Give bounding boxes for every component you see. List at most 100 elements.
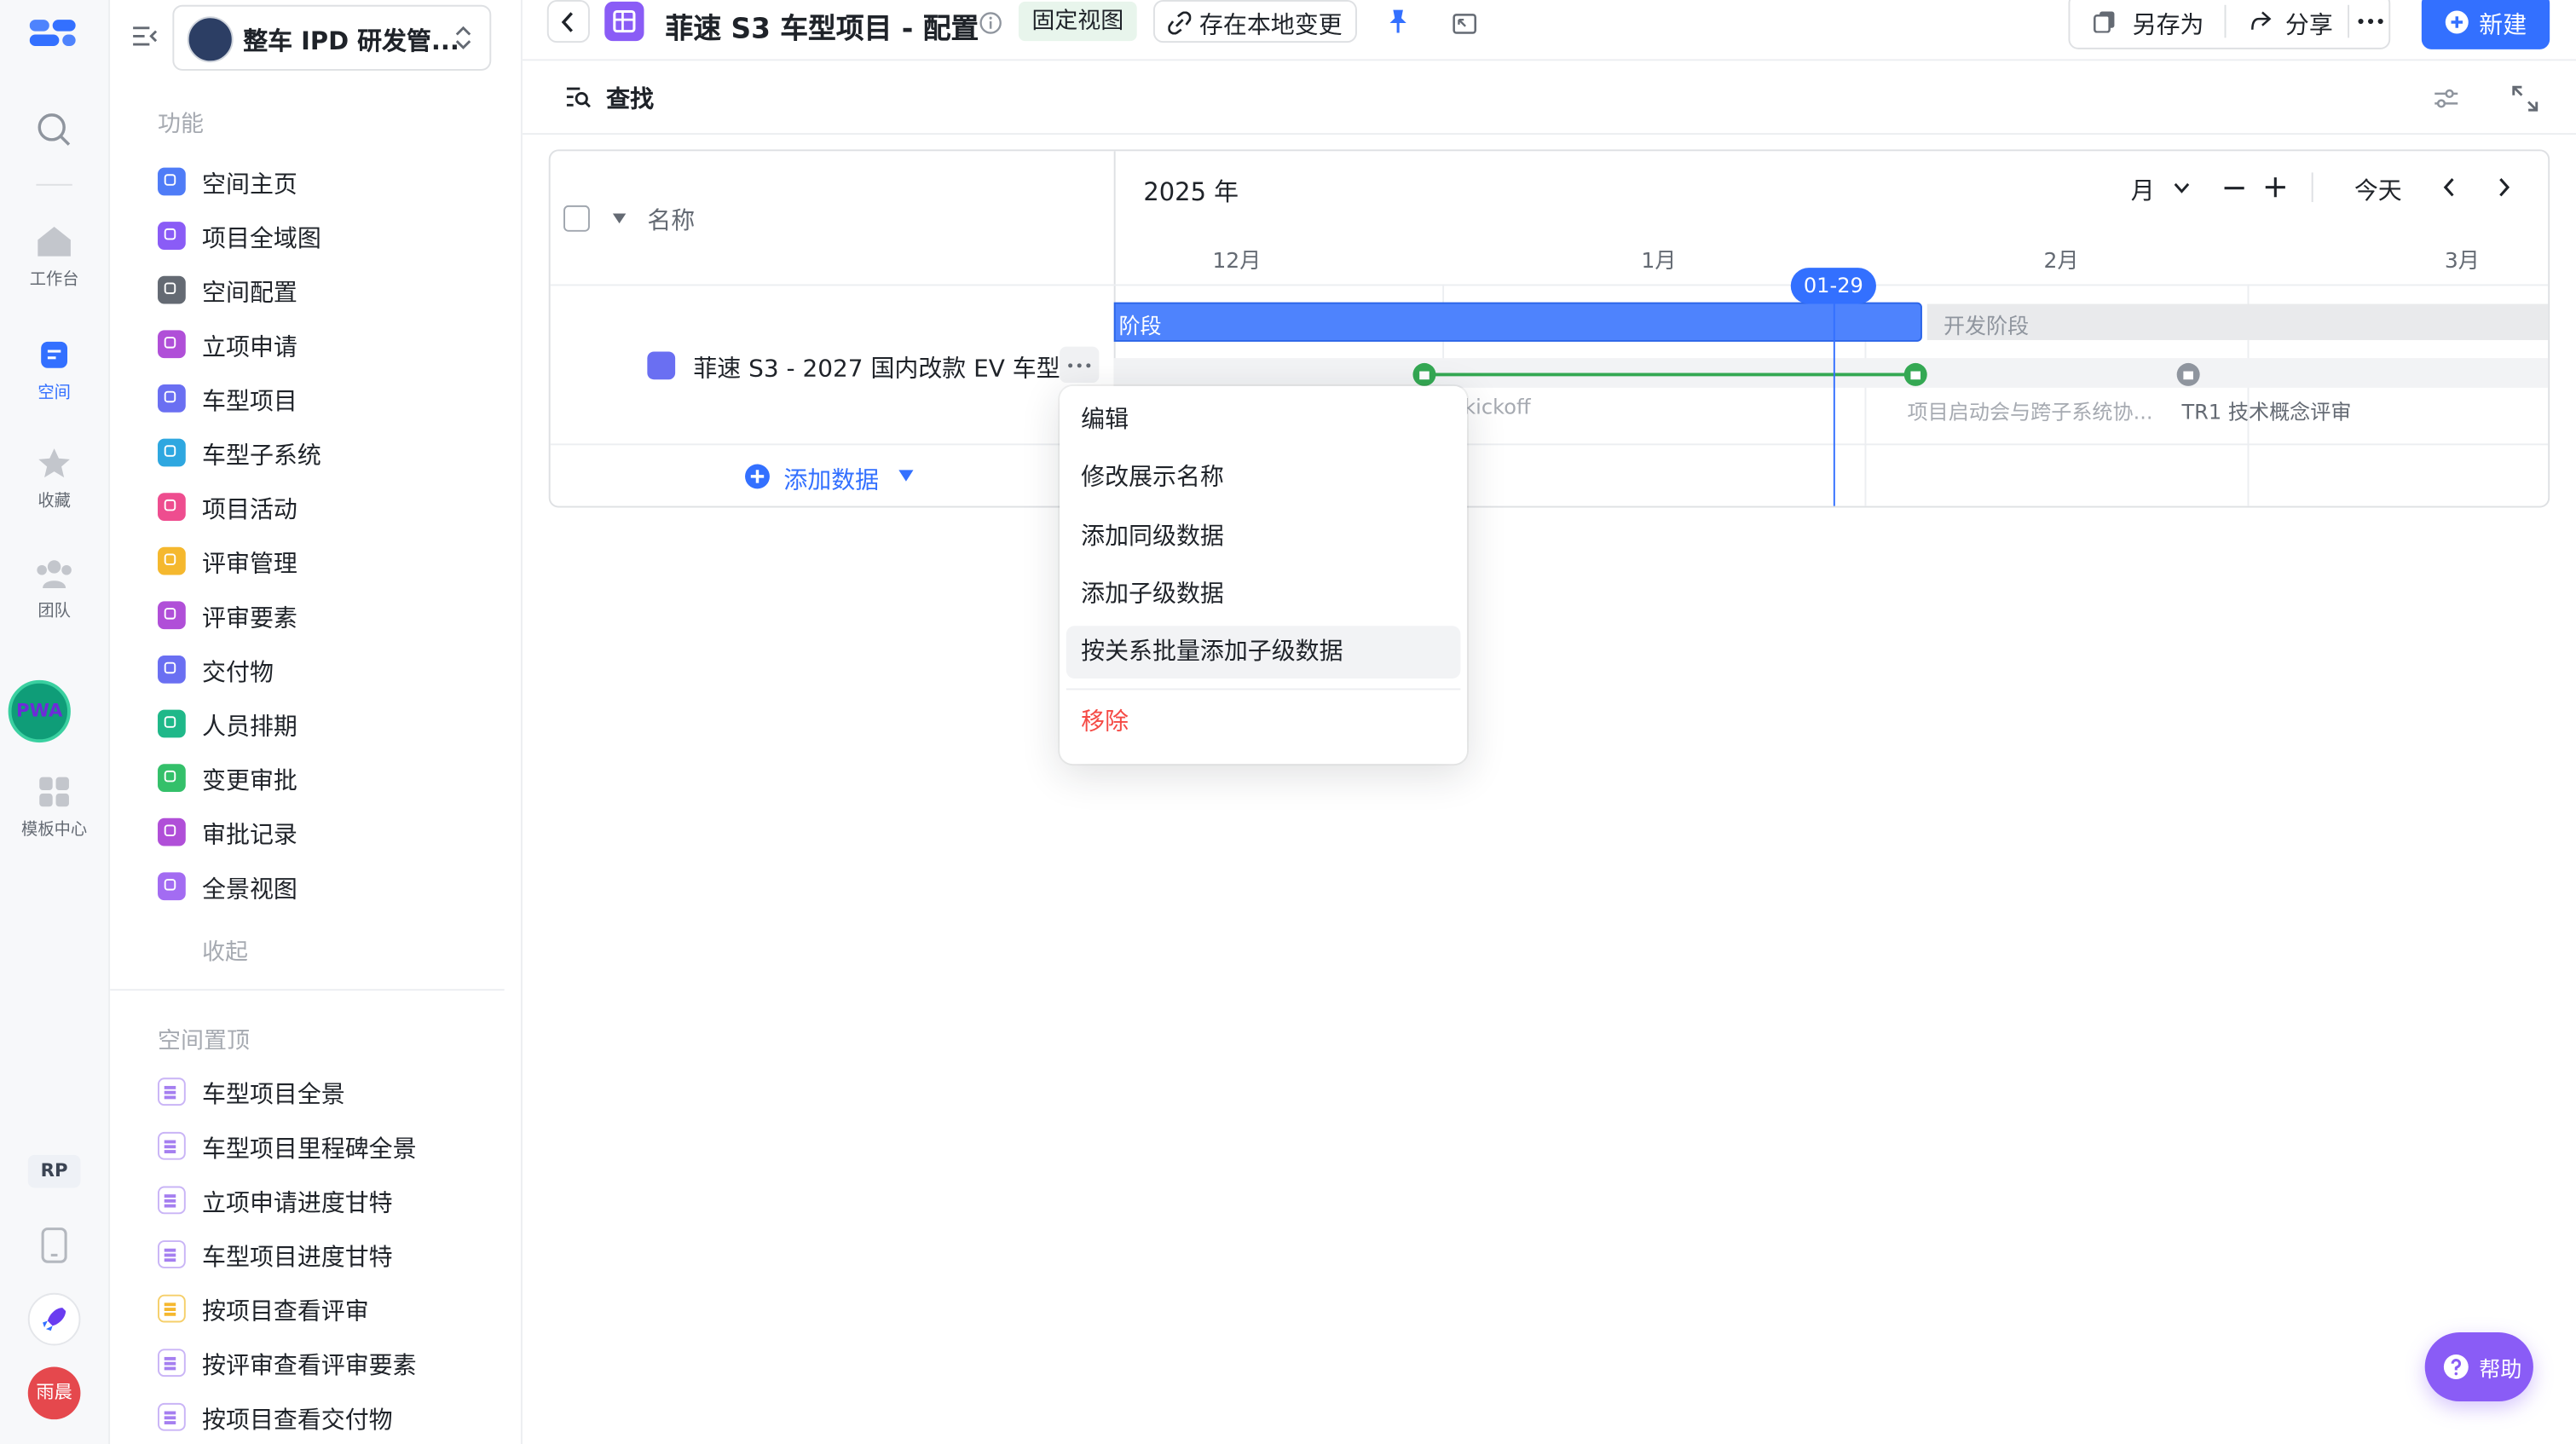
- today-button[interactable]: 今天: [2354, 172, 2402, 206]
- check-circle-icon: [158, 601, 186, 630]
- month-label: 3月: [2444, 249, 2480, 274]
- check-shield-icon: [158, 546, 186, 575]
- table-row[interactable]: 菲速 S3 - 2027 国内改款 EV 车型: [647, 349, 1107, 388]
- back-button[interactable]: [546, 0, 590, 43]
- rail-item-space[interactable]: 空间: [0, 338, 108, 402]
- zoom-out-icon[interactable]: [2223, 186, 2246, 191]
- top-bar: 菲速 S3 车型项目 - 配置 固定视图 存在本地变更 另存为 分享 新建: [522, 0, 2576, 61]
- user-avatar[interactable]: 雨晨: [27, 1366, 81, 1420]
- add-data-button[interactable]: 添加数据: [744, 460, 925, 496]
- filter-settings-icon[interactable]: [2433, 85, 2459, 117]
- pinned-item-deliverables-by-project[interactable]: 按项目查看交付物: [158, 1396, 503, 1439]
- box-icon: [158, 655, 186, 684]
- scale-select[interactable]: 月: [2131, 170, 2213, 206]
- find-button[interactable]: 查找: [562, 80, 693, 116]
- pinned-item-elements-by-review[interactable]: 按评审查看评审要素: [158, 1343, 503, 1385]
- milestone-flag-icon[interactable]: [1412, 362, 1436, 386]
- view-table-icon: [604, 1, 644, 42]
- collapse-link[interactable]: 收起: [202, 935, 248, 968]
- pinned-item-vehicle-gantt[interactable]: 车型项目进度甘特: [158, 1233, 503, 1276]
- section-features: 功能: [158, 112, 204, 138]
- milestone-flag-icon[interactable]: [2176, 362, 2200, 386]
- pinned-item-initiation-gantt[interactable]: 立项申请进度甘特: [158, 1180, 503, 1222]
- more-button[interactable]: [2349, 0, 2392, 48]
- menu-item-rename[interactable]: 修改展示名称: [1066, 452, 1461, 505]
- sidebar-item-staff-schedule[interactable]: 人员排期: [158, 703, 503, 746]
- rp-badge[interactable]: RP: [27, 1154, 81, 1188]
- collapse-sidebar-icon[interactable]: [131, 23, 158, 56]
- phase-bar-active[interactable]: 阶段: [1113, 302, 1922, 342]
- team-icon: [37, 560, 72, 588]
- view-toolbar: 查找: [522, 61, 2576, 136]
- menu-item-remove[interactable]: 移除: [1066, 696, 1461, 749]
- menu-item-add-child[interactable]: 添加子级数据: [1066, 569, 1461, 621]
- dashboard-icon: [158, 872, 186, 901]
- plus-circle-icon: [2445, 10, 2469, 34]
- share-button[interactable]: 分享: [2226, 0, 2348, 48]
- caret-down-icon: [898, 470, 914, 482]
- rail-item-team[interactable]: 团队: [0, 557, 108, 621]
- menu-item-add-sibling[interactable]: 添加同级数据: [1066, 511, 1461, 563]
- rocket-icon[interactable]: [27, 1292, 81, 1346]
- list-view-icon: [158, 1077, 186, 1106]
- app-logo-icon[interactable]: [29, 16, 79, 55]
- sidebar-item-deliverables[interactable]: 交付物: [158, 649, 503, 691]
- row-name: 菲速 S3 - 2027 国内改款 EV 车型: [693, 356, 1060, 384]
- mobile-icon[interactable]: [39, 1227, 69, 1270]
- fullscreen-icon[interactable]: [2512, 85, 2538, 118]
- info-icon[interactable]: [979, 10, 1002, 42]
- sidebar-item-activities[interactable]: 项目活动: [158, 486, 503, 529]
- sidebar-item-vehicle-projects[interactable]: 车型项目: [158, 378, 503, 420]
- new-button[interactable]: 新建: [2421, 0, 2550, 49]
- home-icon: [38, 226, 71, 257]
- sidebar-item-change-approval[interactable]: 变更审批: [158, 757, 503, 800]
- pinned-item-milestone-overview[interactable]: 车型项目里程碑全景: [158, 1125, 503, 1168]
- workspace-switcher[interactable]: 整车 IPD 研发管...: [172, 4, 492, 71]
- caret-down-icon[interactable]: [611, 212, 627, 225]
- sidebar-item-panorama[interactable]: 全景视图: [158, 866, 503, 909]
- select-all-checkbox[interactable]: [563, 205, 590, 232]
- info-icon: [158, 167, 186, 196]
- pwa-badge[interactable]: PWA: [8, 679, 71, 743]
- local-changes-button[interactable]: 存在本地变更: [1152, 0, 1357, 43]
- space-icon: [41, 341, 68, 368]
- milestone-flag-icon[interactable]: [1903, 362, 1927, 386]
- phase-bar-dev[interactable]: 开发阶段: [1926, 303, 2549, 340]
- sidebar-item-approval-records[interactable]: 审批记录: [158, 812, 503, 854]
- rail-item-favorites[interactable]: 收藏: [0, 447, 108, 511]
- check-circle-icon: [158, 764, 186, 792]
- sidebar-item-review-elements[interactable]: 评审要素: [158, 595, 503, 638]
- rail-item-templates[interactable]: 模板中心: [0, 776, 108, 840]
- star-icon: [38, 448, 70, 478]
- expand-window-icon[interactable]: [1453, 10, 1477, 42]
- menu-item-edit[interactable]: 编辑: [1066, 395, 1461, 448]
- sidebar-item-space-config[interactable]: 空间配置: [158, 269, 503, 312]
- next-icon[interactable]: [2497, 177, 2510, 197]
- tree-icon: [158, 438, 186, 467]
- sidebar-item-space-home[interactable]: 空间主页: [158, 161, 503, 204]
- sidebar-item-subsystems[interactable]: 车型子系统: [158, 432, 503, 475]
- list-icon: [647, 351, 676, 380]
- sidebar-item-initiation[interactable]: 立项申请: [158, 324, 503, 367]
- pinned-item-reviews-by-project[interactable]: 按项目查看评审: [158, 1288, 503, 1331]
- pin-icon[interactable]: [1387, 9, 1410, 42]
- timeline-year: 2025 年: [1143, 177, 1239, 207]
- pinned-item-vehicle-overview[interactable]: 车型项目全景: [158, 1071, 503, 1114]
- zoom-in-icon[interactable]: [2264, 176, 2287, 199]
- row-more-button[interactable]: [1060, 346, 1100, 384]
- left-rail: 工作台 空间 收藏 团队 PWA 模板中心 RP 雨晨: [0, 0, 111, 1444]
- sidebar-item-project-map[interactable]: 项目全域图: [158, 215, 503, 257]
- fixed-view-tag[interactable]: 固定视图: [1018, 1, 1137, 42]
- month-label: 1月: [1641, 249, 1677, 274]
- gantt-view: 名称 菲速 S3 - 2027 国内改款 EV 车型 添加数据 2025 年 月…: [548, 149, 2550, 508]
- save-as-button[interactable]: 另存为: [2070, 0, 2224, 48]
- question-icon: [2443, 1354, 2469, 1379]
- search-icon[interactable]: [36, 112, 72, 154]
- share-icon: [2251, 11, 2272, 30]
- help-button[interactable]: 帮助: [2424, 1332, 2533, 1401]
- menu-item-batch-add-child[interactable]: 按关系批量添加子级数据: [1066, 626, 1461, 679]
- sidebar-item-reviews[interactable]: 评审管理: [158, 540, 503, 583]
- rail-item-workbench[interactable]: 工作台: [0, 225, 108, 289]
- list-view-icon: [158, 1186, 186, 1215]
- prev-icon[interactable]: [2443, 177, 2456, 197]
